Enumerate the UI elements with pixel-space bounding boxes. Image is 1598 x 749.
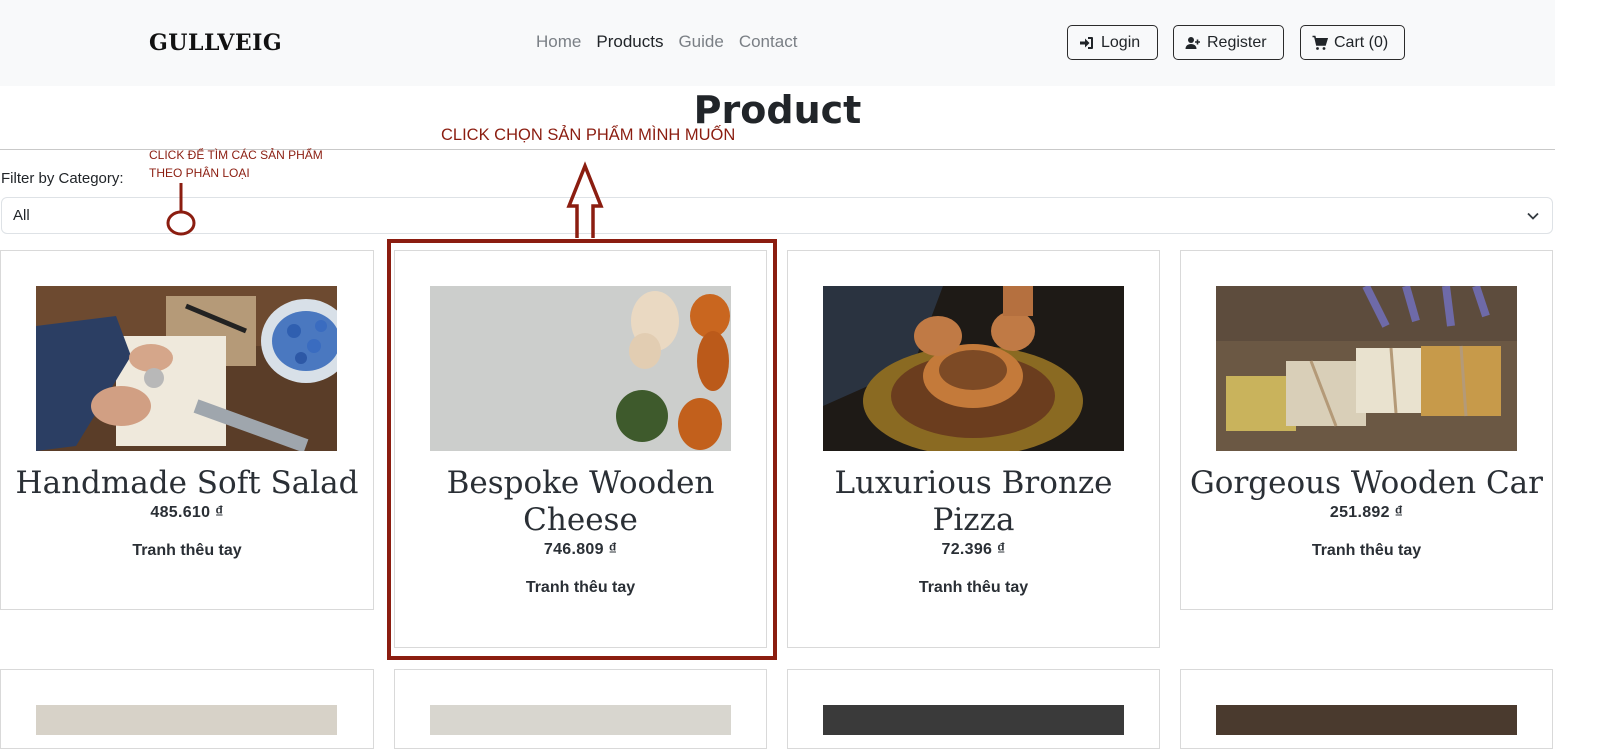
highlight-box — [387, 239, 777, 660]
product-price: 72.396 ₫ — [941, 541, 1006, 558]
product-card-body: Luxurious Bronze Pizza 72.396 ₫ Tranh th… — [788, 465, 1159, 597]
product-name[interactable]: Luxurious Bronze Pizza — [796, 465, 1151, 539]
navbar: GULLVEIG Home Products Guide Contact Log… — [0, 0, 1555, 86]
nav-home[interactable]: Home — [536, 32, 581, 52]
register-button[interactable]: Register — [1173, 25, 1284, 60]
product-card[interactable]: Luxurious Bronze Pizza 72.396 ₫ Tranh th… — [787, 250, 1160, 648]
product-name[interactable]: Handmade Soft Salad — [9, 465, 365, 502]
product-card[interactable]: Handmade Soft Salad 485.610 ₫ Tranh thêu… — [0, 250, 374, 610]
product-category: Tranh thêu tay — [1311, 542, 1422, 559]
annotation-filter-hint: CLICK ĐỂ TÌM CÁC SẢN PHẨM THEO PHÂN LOẠI — [149, 146, 323, 182]
chevron-down-icon — [1527, 212, 1539, 220]
product-card[interactable] — [394, 669, 767, 749]
product-image-craft[interactable] — [36, 286, 337, 451]
main-nav: Home Products Guide Contact — [536, 32, 797, 52]
sign-in-icon — [1080, 36, 1093, 49]
product-image[interactable] — [430, 705, 731, 735]
product-image[interactable] — [823, 705, 1124, 735]
nav-guide[interactable]: Guide — [678, 32, 723, 52]
product-name[interactable]: Gorgeous Wooden Car — [1189, 465, 1544, 502]
product-card-body: Handmade Soft Salad 485.610 ₫ Tranh thêu… — [1, 465, 373, 560]
cart-button[interactable]: Cart (0) — [1300, 25, 1405, 60]
annotation-select-product: CLICK CHỌN SẢN PHẨM MÌNH MUỐN — [441, 126, 736, 144]
filter-selected-value: All — [13, 207, 30, 224]
product-image-soap[interactable] — [1216, 286, 1517, 451]
product-price: 485.610 ₫ — [150, 504, 224, 521]
cart-label: Cart (0) — [1334, 33, 1389, 51]
annotation-filter-hint-line: CLICK ĐỂ TÌM CÁC SẢN PHẨM — [149, 148, 323, 162]
page-title: Product — [693, 88, 862, 132]
register-label: Register — [1207, 33, 1267, 51]
brand-logo[interactable]: GULLVEIG — [149, 30, 282, 56]
login-button[interactable]: Login — [1067, 25, 1158, 60]
user-plus-icon — [1185, 36, 1200, 49]
nav-contact[interactable]: Contact — [739, 32, 798, 52]
product-card[interactable] — [0, 669, 374, 749]
filter-label: Filter by Category: — [1, 170, 124, 187]
product-card[interactable] — [787, 669, 1160, 749]
product-card[interactable] — [1180, 669, 1553, 749]
cart-icon — [1312, 35, 1328, 50]
login-label: Login — [1101, 33, 1141, 51]
product-image[interactable] — [36, 705, 337, 735]
product-price: 251.892 ₫ — [1329, 504, 1404, 521]
product-image[interactable] — [1216, 705, 1517, 735]
product-card-body: Gorgeous Wooden Car 251.892 ₫ Tranh thêu… — [1181, 465, 1552, 560]
nav-products[interactable]: Products — [596, 32, 663, 52]
annotation-filter-hint-line: THEO PHÂN LOẠI — [149, 166, 250, 180]
product-card[interactable]: Gorgeous Wooden Car 251.892 ₫ Tranh thêu… — [1180, 250, 1553, 610]
product-category: Tranh thêu tay — [132, 542, 242, 559]
product-image-pottery[interactable] — [823, 286, 1124, 451]
category-filter-select[interactable]: All — [1, 197, 1553, 234]
product-category: Tranh thêu tay — [918, 579, 1029, 596]
